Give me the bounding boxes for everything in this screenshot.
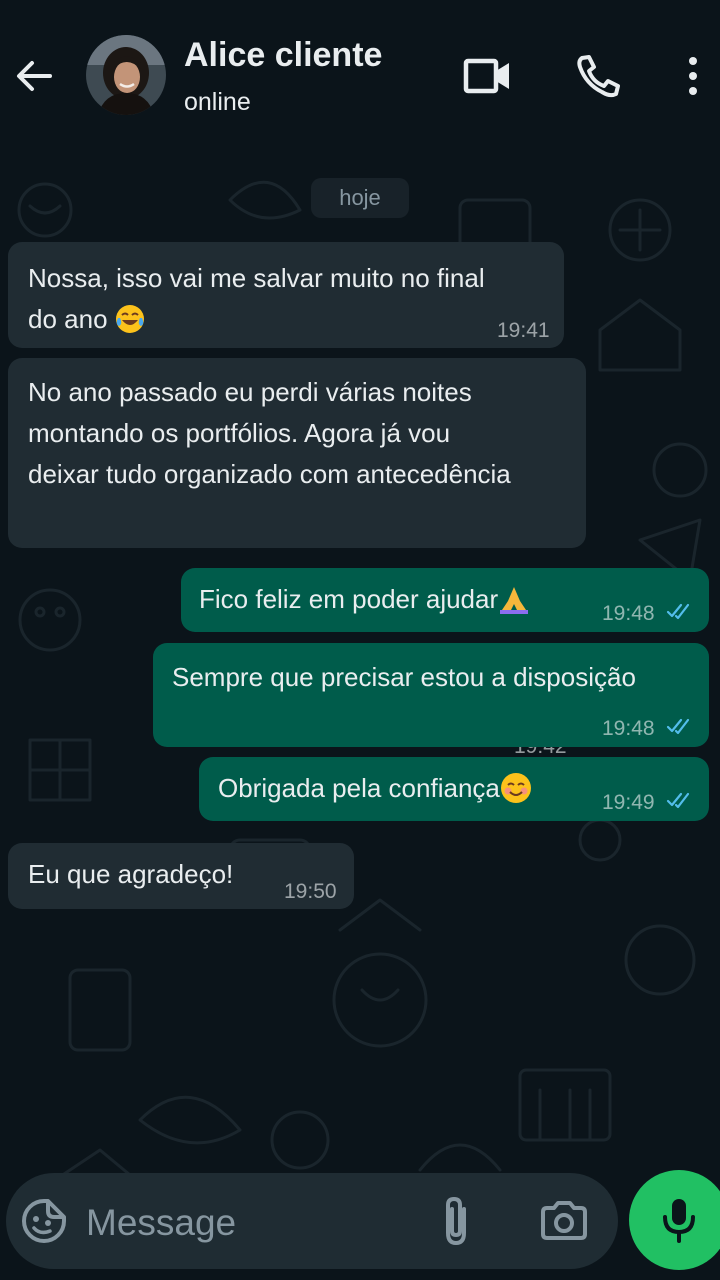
- paperclip-icon: [446, 1196, 466, 1246]
- contact-status: online: [184, 88, 251, 116]
- message-composer: [6, 1173, 618, 1269]
- message-bubble-outgoing[interactable]: Sempre que precisar estou a disposição 1…: [153, 643, 709, 747]
- message-input[interactable]: [86, 1201, 416, 1245]
- message-text: Sempre que precisar estou a disposição: [172, 662, 636, 692]
- date-divider: hoje: [311, 178, 409, 218]
- message-bubble-outgoing[interactable]: Fico feliz em poder ajudar 19:48: [181, 568, 709, 632]
- voice-message-button[interactable]: [629, 1170, 720, 1270]
- folded-hands-emoji: [500, 586, 529, 614]
- message-time: 19:49: [602, 791, 655, 814]
- message-bubble-incoming[interactable]: Nossa, isso vai me salvar muito no final…: [8, 242, 564, 348]
- message-text: Nossa, isso vai me salvar muito no final…: [28, 263, 485, 334]
- message-text: No ano passado eu perdi várias noites mon…: [28, 377, 511, 489]
- sticker-icon: [22, 1199, 66, 1243]
- chat-screen: Alice cliente online hoje Nossa, isso va…: [0, 0, 720, 1280]
- more-options-button[interactable]: [668, 48, 718, 104]
- message-time: 19:48: [602, 602, 655, 625]
- message-bubble-incoming[interactable]: Eu que agradeço! 19:50: [8, 843, 354, 909]
- arrow-left-icon: [17, 61, 52, 91]
- voice-call-button[interactable]: [570, 48, 626, 104]
- message-text: Eu que agradeço!: [28, 859, 234, 889]
- message-text: Fico feliz em poder ajudar: [199, 579, 530, 620]
- back-button[interactable]: [8, 50, 60, 102]
- contact-name[interactable]: Alice cliente: [184, 36, 382, 75]
- camera-button[interactable]: [536, 1195, 592, 1247]
- read-receipt-icon: [666, 792, 690, 809]
- message-time: 19:48: [602, 717, 655, 740]
- video-camera-icon: [463, 58, 509, 94]
- read-receipt-icon: [666, 718, 690, 735]
- sticker-button[interactable]: [18, 1195, 70, 1247]
- smiling-face-emoji: [500, 772, 531, 803]
- message-bubble-incoming[interactable]: No ano passado eu perdi várias noites mon…: [8, 358, 586, 758]
- message-text: Obrigada pela confiança: [218, 768, 532, 809]
- chat-header: Alice cliente online: [0, 0, 720, 140]
- camera-icon: [541, 1201, 587, 1240]
- phone-icon: [577, 55, 620, 98]
- read-receipt-icon: [666, 603, 690, 620]
- avatar[interactable]: [86, 35, 166, 115]
- message-bubble-outgoing[interactable]: Obrigada pela confiança 19:49: [199, 757, 709, 821]
- message-list[interactable]: hoje Nossa, isso vai me salvar muito no …: [0, 140, 720, 1280]
- more-vert-icon: [689, 57, 697, 95]
- contact-photo: [86, 35, 166, 115]
- attach-button[interactable]: [430, 1195, 482, 1247]
- microphone-icon: [663, 1199, 695, 1243]
- video-call-button[interactable]: [460, 48, 516, 104]
- message-time: 19:50: [284, 880, 337, 903]
- message-time: 19:41: [497, 319, 550, 342]
- face-with-tears-of-joy-emoji: [115, 304, 144, 333]
